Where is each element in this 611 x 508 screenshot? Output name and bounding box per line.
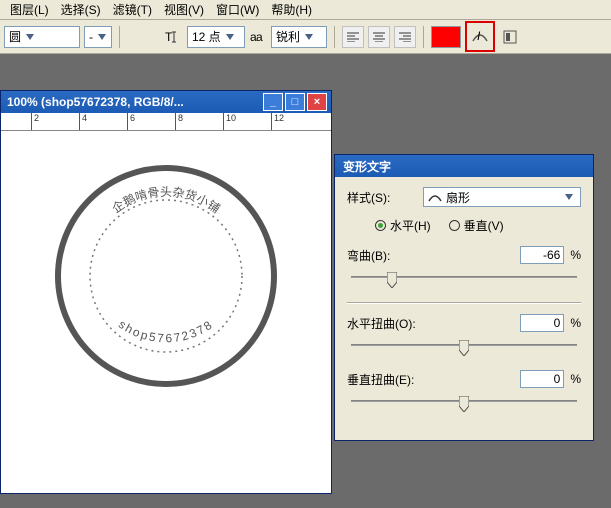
font-size-combo[interactable]: 12 点 <box>187 26 245 48</box>
slider-thumb-icon[interactable] <box>387 272 397 288</box>
dialog-titlebar[interactable]: 变形文字 <box>335 155 593 177</box>
ruler-tick: 6 <box>127 113 135 131</box>
menu-select[interactable]: 选择(S) <box>55 0 107 20</box>
workspace: 100% (shop57672378, RGB/8/... _ □ × 2 4 … <box>0 54 611 508</box>
bend-input[interactable]: -66 <box>520 246 564 264</box>
bend-slider[interactable] <box>351 274 577 290</box>
menu-window[interactable]: 窗口(W) <box>210 0 265 20</box>
slider-thumb-icon[interactable] <box>459 340 469 356</box>
warp-text-button[interactable]: I <box>469 25 491 47</box>
menu-layer[interactable]: 图层(L) <box>4 0 55 20</box>
align-center-button[interactable] <box>368 26 390 48</box>
ruler-tick: 4 <box>79 113 87 131</box>
slider-thumb-icon[interactable] <box>459 396 469 412</box>
warp-text-dialog: 变形文字 样式(S): 扇形 水平(H) 垂直(V) <box>334 154 594 441</box>
stamp-artwork: 企鹅啃骨头杂货小铺 shop57672378 <box>51 161 281 391</box>
menu-view[interactable]: 视图(V) <box>158 0 210 20</box>
style-combo[interactable]: 扇形 <box>423 187 581 207</box>
dash-label: - <box>89 30 93 44</box>
font-size-value: 12 点 <box>192 28 221 45</box>
antialias-value: 锐利 <box>276 28 300 45</box>
svg-text:T: T <box>165 30 173 44</box>
separator <box>119 26 120 48</box>
stamp-upper-text: 企鹅啃骨头杂货小铺 <box>109 185 222 216</box>
vertical-radio[interactable]: 垂直(V) <box>449 217 504 234</box>
antialias-icon: aa <box>249 26 267 48</box>
style-value: 扇形 <box>446 189 560 206</box>
minimize-button[interactable]: _ <box>263 93 283 111</box>
radio-label: 垂直(V) <box>464 217 504 234</box>
vdistort-slider[interactable] <box>351 398 577 414</box>
text-color-swatch[interactable] <box>431 26 461 48</box>
percent-label: % <box>570 372 581 386</box>
palette-toggle-button[interactable] <box>499 26 521 48</box>
chevron-down-icon <box>95 30 109 44</box>
dialog-title: 变形文字 <box>343 158 391 175</box>
close-button[interactable]: × <box>307 93 327 111</box>
percent-label: % <box>570 316 581 330</box>
vdistort-label: 垂直扭曲(E): <box>347 371 514 388</box>
shape-preset-combo[interactable]: 圆 <box>4 26 80 48</box>
document-window: 100% (shop57672378, RGB/8/... _ □ × 2 4 … <box>0 90 332 494</box>
separator <box>423 26 424 48</box>
hdistort-label: 水平扭曲(O): <box>347 315 514 332</box>
antialias-combo[interactable]: 锐利 <box>271 26 327 48</box>
align-right-button[interactable] <box>394 26 416 48</box>
canvas[interactable]: 企鹅啃骨头杂货小铺 shop57672378 <box>1 131 331 493</box>
radio-icon <box>375 220 386 231</box>
chevron-down-icon <box>562 190 576 204</box>
hdistort-input[interactable]: 0 <box>520 314 564 332</box>
separator <box>334 26 335 48</box>
menu-filter[interactable]: 滤镜(T) <box>107 0 158 20</box>
document-titlebar[interactable]: 100% (shop57672378, RGB/8/... _ □ × <box>1 91 331 113</box>
svg-text:a: a <box>256 30 263 44</box>
percent-label: % <box>570 248 581 262</box>
style-label: 样式(S): <box>347 189 417 206</box>
text-orientation-icon[interactable]: T <box>161 26 183 48</box>
separator <box>347 302 581 304</box>
menu-help[interactable]: 帮助(H) <box>265 0 318 20</box>
tool-options-bar: 圆 - T 12 点 aa 锐利 I <box>0 20 611 54</box>
bend-label: 弯曲(B): <box>347 247 514 264</box>
chevron-down-icon <box>223 30 237 44</box>
chevron-down-icon <box>23 30 37 44</box>
svg-text:I: I <box>477 29 481 43</box>
ruler-tick: 8 <box>175 113 183 131</box>
arc-icon <box>428 191 442 203</box>
hdistort-slider[interactable] <box>351 342 577 358</box>
align-left-button[interactable] <box>342 26 364 48</box>
vdistort-input[interactable]: 0 <box>520 370 564 388</box>
ruler-tick: 12 <box>271 113 284 131</box>
shape-label: 圆 <box>9 28 21 45</box>
stamp-lower-text: shop57672378 <box>116 317 216 345</box>
ruler-tick: 2 <box>31 113 39 131</box>
maximize-button[interactable]: □ <box>285 93 305 111</box>
highlight-box: I <box>465 21 495 52</box>
horizontal-radio[interactable]: 水平(H) <box>375 217 431 234</box>
document-title: 100% (shop57672378, RGB/8/... <box>7 95 263 109</box>
radio-icon <box>449 220 460 231</box>
shape-option-combo[interactable]: - <box>84 26 112 48</box>
radio-label: 水平(H) <box>390 217 431 234</box>
ruler-tick: 10 <box>223 113 236 131</box>
chevron-down-icon <box>302 30 316 44</box>
horizontal-ruler: 2 4 6 8 10 12 <box>1 113 331 131</box>
menu-bar: 图层(L) 选择(S) 滤镜(T) 视图(V) 窗口(W) 帮助(H) <box>0 0 611 20</box>
